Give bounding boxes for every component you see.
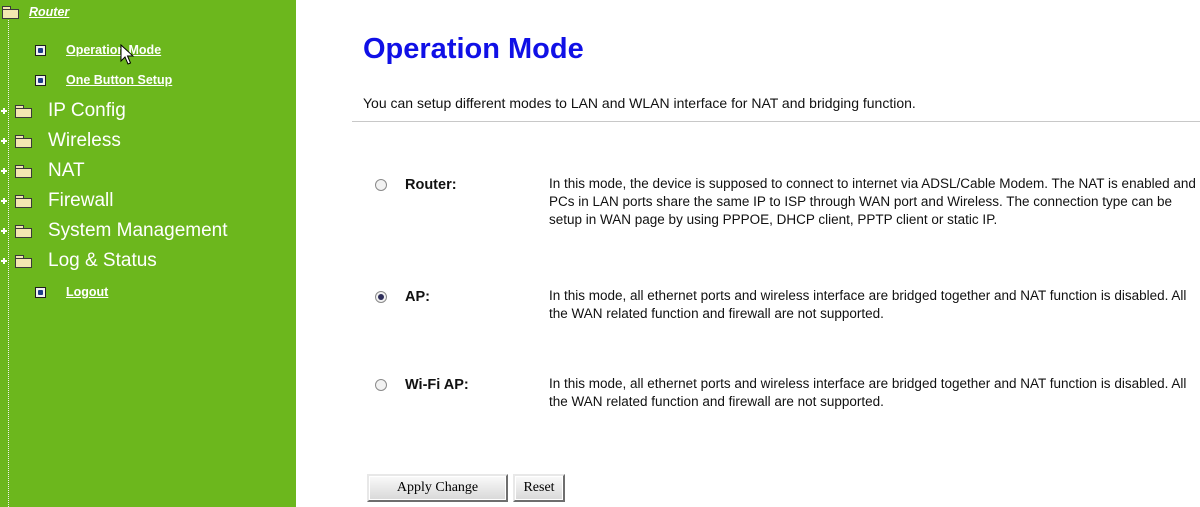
page-icon [35,286,46,298]
page-icon [35,74,46,86]
sidebar-item-ip-config[interactable]: IP Config [0,100,126,122]
folder-icon [14,164,32,178]
sidebar-item-label[interactable]: Wireless [48,130,121,152]
apply-change-button[interactable]: Apply Change [367,474,508,502]
mode-description: In this mode, all ethernet ports and wir… [549,376,1187,409]
mouse-pointer-icon [120,44,135,65]
reset-button[interactable]: Reset [513,474,565,502]
sidebar-item-logout[interactable]: Logout [35,285,108,299]
mode-description: In this mode, all ethernet ports and wir… [549,288,1187,321]
page-intro-text: You can setup different modes to LAN and… [363,95,916,111]
expand-plus-icon[interactable] [1,258,7,264]
sidebar-item-label[interactable]: One Button Setup [66,73,172,87]
sidebar-item-label[interactable]: Operation Mode [66,43,161,57]
folder-open-icon [1,5,19,19]
mode-description: In this mode, the device is supposed to … [549,176,1196,227]
expand-plus-icon[interactable] [1,228,7,234]
sidebar-item-one-button-setup[interactable]: One Button Setup [35,73,172,87]
expand-plus-icon[interactable] [1,168,7,174]
mode-label[interactable]: Router: [405,177,457,193]
sidebar-item-wireless[interactable]: Wireless [0,130,121,152]
sidebar-nav: Router Operation Mode One Button Setup I… [0,0,296,507]
folder-icon [14,104,32,118]
mode-radio-wifi-ap[interactable] [375,379,387,391]
folder-icon [14,134,32,148]
mode-radio-router[interactable] [375,179,387,191]
mode-label[interactable]: Wi-Fi AP: [405,377,469,393]
expand-plus-icon[interactable] [1,198,7,204]
sidebar-item-label[interactable]: Log & Status [48,250,157,272]
sidebar-item-label[interactable]: System Management [48,220,228,242]
folder-icon [14,194,32,208]
sidebar-item-label[interactable]: Logout [66,285,108,299]
sidebar-item-nat[interactable]: NAT [0,160,85,182]
sidebar-root-router[interactable]: Router [1,5,69,19]
divider [352,121,1200,122]
sidebar-item-log-status[interactable]: Log & Status [0,250,157,272]
mode-label[interactable]: AP: [405,289,430,305]
page-icon [35,44,46,56]
sidebar-item-label[interactable]: NAT [48,160,85,182]
expand-plus-icon[interactable] [1,108,7,114]
expand-plus-icon[interactable] [1,138,7,144]
sidebar-item-system-management[interactable]: System Management [0,220,228,242]
mode-radio-ap[interactable] [375,291,387,303]
page-title: Operation Mode [363,33,584,65]
sidebar-item-operation-mode[interactable]: Operation Mode [35,43,161,57]
sidebar-item-label[interactable]: IP Config [48,100,126,122]
sidebar-root-label[interactable]: Router [29,5,69,19]
sidebar-item-firewall[interactable]: Firewall [0,190,113,212]
folder-icon [14,224,32,238]
folder-icon [14,254,32,268]
sidebar-item-label[interactable]: Firewall [48,190,113,212]
